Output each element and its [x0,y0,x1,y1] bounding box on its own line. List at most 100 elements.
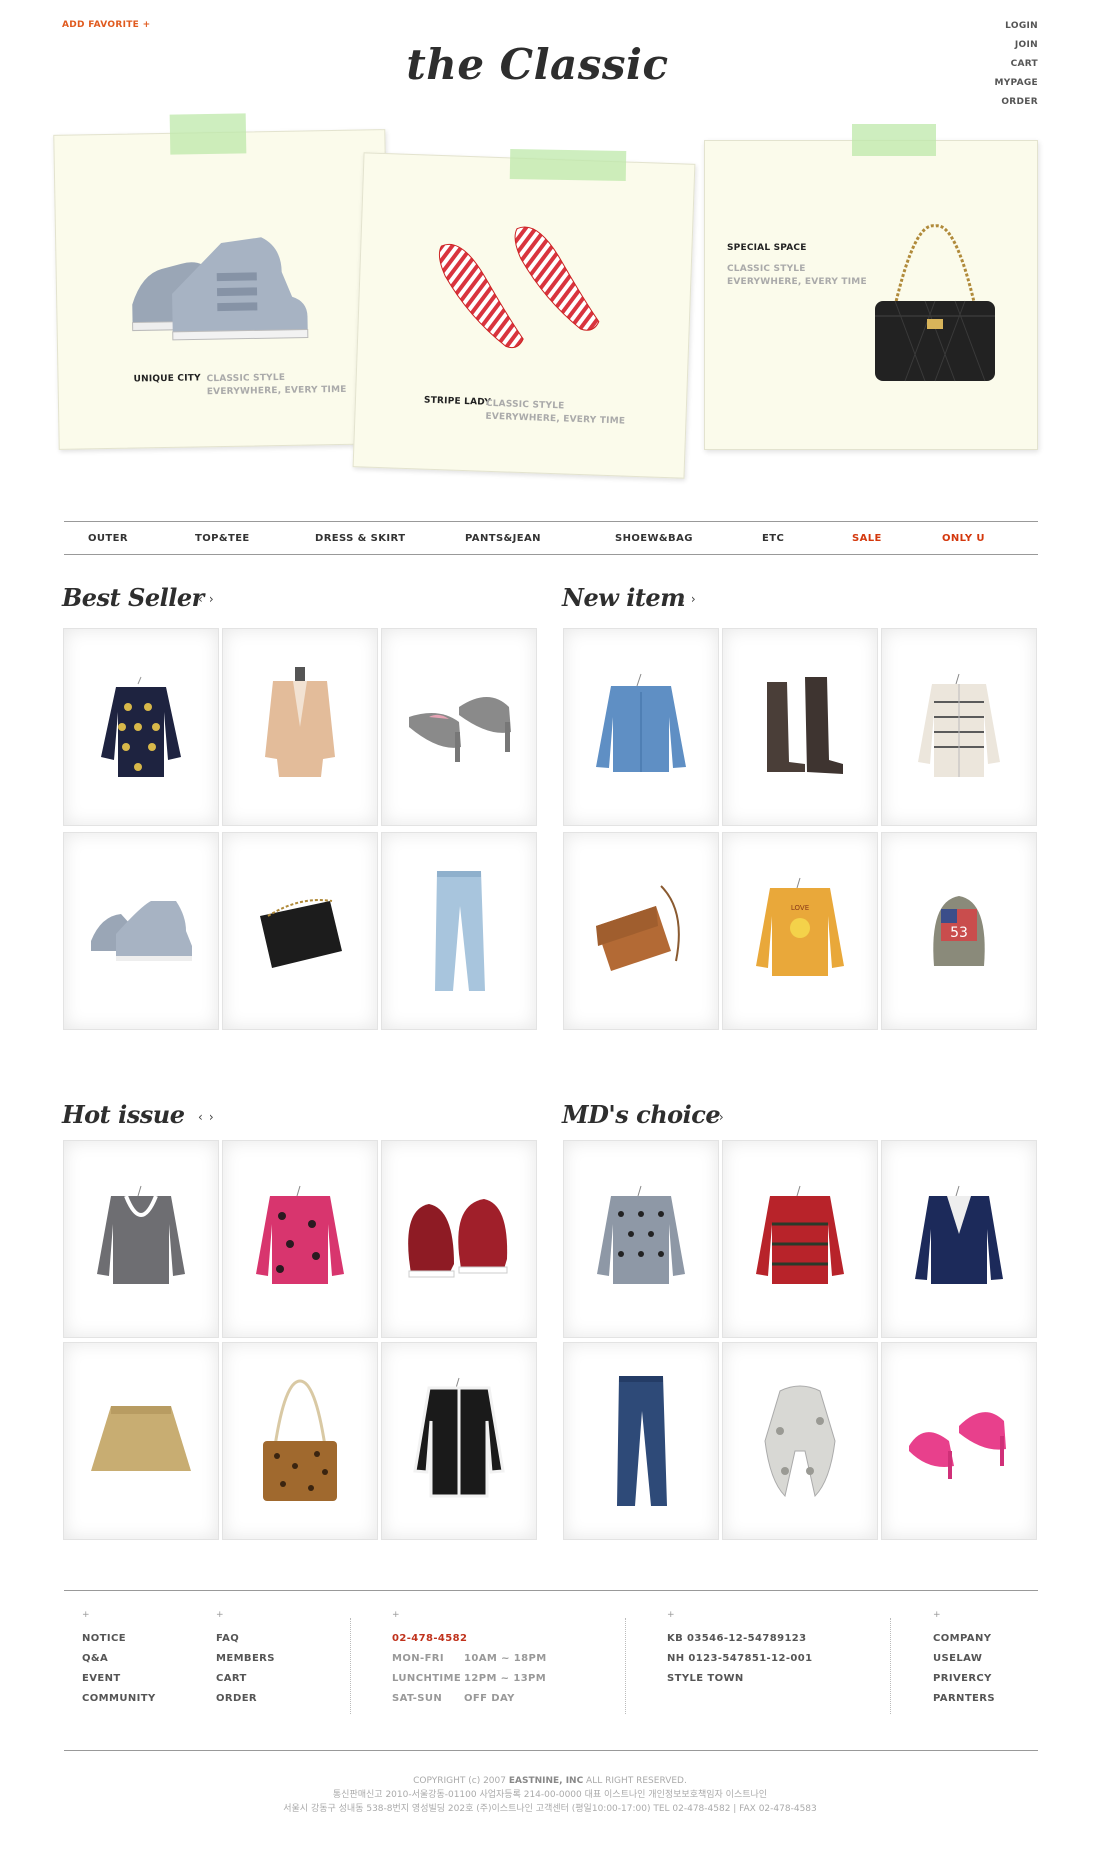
plus-icon: + [667,1610,675,1620]
product-tile[interactable] [381,1342,537,1540]
join-link[interactable]: JOIN [994,39,1038,58]
plus-icon: + [216,1610,224,1620]
svg-text:LOVE: LOVE [791,904,809,912]
product-tile[interactable] [63,1140,219,1338]
product-tile[interactable] [881,1140,1037,1338]
svg-text:53: 53 [950,925,968,941]
prev-arrow[interactable]: ‹ [680,592,685,606]
footer-col-company: + COMPANY USELAW PRIVERCY PARNTERS [933,1610,995,1712]
next-arrow[interactable]: › [691,592,696,606]
category-dress-skirt[interactable]: DRESS & SKIRT [315,533,405,544]
next-arrow[interactable]: › [719,1110,724,1124]
qa-link[interactable]: Q&A [82,1652,156,1672]
category-pants-jean[interactable]: PANTS&JEAN [465,533,541,544]
address-info: 서울시 강동구 성내동 538-8번지 영성빌딩 202호 (주)이스트나인 고… [283,1804,817,1814]
dark-jeans-icon [617,1376,667,1506]
dot-sweater-icon [597,1185,685,1284]
hero-card-stripe-lady[interactable]: STRIPE LADY CLASSIC STYLE EVERYWHERE, EVE… [352,152,696,479]
product-tile[interactable] [563,628,719,826]
product-tile[interactable] [563,1140,719,1338]
next-arrow[interactable]: › [209,1110,214,1124]
product-tile[interactable] [381,832,537,1030]
order-footer-link[interactable]: ORDER [216,1692,275,1712]
brown-boots-icon [767,677,843,774]
bow-sweater-icon [101,676,181,777]
product-tile[interactable] [563,832,719,1030]
login-link[interactable]: LOGIN [994,20,1038,39]
product-tile[interactable] [63,832,219,1030]
prev-arrow[interactable]: ‹ [198,1110,203,1124]
footer-divider [890,1618,891,1714]
product-tile[interactable] [722,1140,878,1338]
site-logo[interactable]: the Classic [0,40,1075,89]
product-tile[interactable] [722,1342,878,1540]
privacy-link[interactable]: PRIVERCY [933,1672,995,1692]
company-link[interactable]: COMPANY [933,1632,995,1652]
footer-top-divider [64,1590,1038,1591]
hot-issue-arrows: ‹ › [198,1110,220,1124]
event-link[interactable]: EVENT [82,1672,156,1692]
beige-jacket-icon [265,667,335,777]
hero-subtitle: CLASSIC STYLE EVERYWHERE, EVERY TIME [206,372,347,398]
product-tile[interactable] [381,1140,537,1338]
product-tile[interactable]: LOVE [722,832,878,1030]
product-tile[interactable] [722,628,878,826]
hero-title: SPECIAL SPACE [727,243,807,253]
category-only-u[interactable]: ONLY U [942,533,985,544]
product-tile[interactable] [63,628,219,826]
tape-decoration [509,148,627,182]
yellow-sweatshirt-icon: LOVE [756,877,844,976]
black-white-jacket-icon [413,1377,505,1498]
next-arrow[interactable]: › [209,592,214,606]
black-clutch-icon [260,899,342,968]
khaki-skirt-icon [91,1406,191,1471]
prev-arrow[interactable]: ‹ [198,592,203,606]
category-top-tee[interactable]: TOP&TEE [195,533,250,544]
fur-scarf-icon [764,1385,836,1497]
prev-arrow[interactable]: ‹ [708,1110,713,1124]
phone-number: 02-478-4582 [392,1633,468,1644]
hero-card-special-space[interactable]: SPECIAL SPACE CLASSIC STYLE EVERYWHERE, E… [704,140,1038,450]
product-tile[interactable] [222,832,378,1030]
notice-link[interactable]: NOTICE [82,1632,156,1652]
category-sale[interactable]: SALE [852,533,882,544]
partners-link[interactable]: PARNTERS [933,1692,995,1712]
striped-cardigan-icon [918,673,1000,777]
faq-link[interactable]: FAQ [216,1632,275,1652]
cart-footer-link[interactable]: CART [216,1672,275,1692]
product-tile[interactable] [881,1342,1037,1540]
product-tile[interactable] [563,1342,719,1540]
hero-card-unique-city[interactable]: UNIQUE CITY CLASSIC STYLE EVERYWHERE, EVE… [53,129,391,450]
add-favorite-link[interactable]: ADD FAVORITE + [62,20,150,30]
grey-heels-icon [409,697,511,762]
product-tile[interactable] [222,628,378,826]
grey-sneaker-icon [91,901,192,961]
footer-col-community: + NOTICE Q&A EVENT COMMUNITY [82,1610,156,1712]
category-etc[interactable]: ETC [762,533,784,544]
product-tile[interactable] [881,628,1037,826]
category-nav: OUTER TOP&TEE DRESS & SKIRT PANTS&JEAN S… [64,521,1038,555]
hero-title: STRIPE LADY [423,395,492,408]
new-item-arrows: ‹ › [680,592,702,606]
product-tile[interactable] [381,628,537,826]
light-jeans-icon [435,871,485,991]
product-tile[interactable] [63,1342,219,1540]
mypage-link[interactable]: MYPAGE [994,77,1038,96]
cart-link[interactable]: CART [994,58,1038,77]
order-link[interactable]: ORDER [994,96,1038,115]
category-shoes-bag[interactable]: SHOEW&BAG [615,533,693,544]
members-link[interactable]: MEMBERS [216,1652,275,1672]
red-knit-icon [756,1185,844,1284]
product-tile[interactable]: 53 [881,832,1037,1030]
uselaw-link[interactable]: USELAW [933,1652,995,1672]
flats-icon [438,226,600,349]
product-tile[interactable] [222,1342,378,1540]
community-link[interactable]: COMMUNITY [82,1692,156,1712]
hero-subtitle: CLASSIC STYLE EVERYWHERE, EVERY TIME [727,264,867,287]
plus-icon: + [392,1610,400,1620]
product-tile[interactable] [222,1140,378,1338]
hero-subtitle: CLASSIC STYLE EVERYWHERE, EVERY TIME [485,398,626,427]
category-outer[interactable]: OUTER [88,533,128,544]
page: { "header": { "add_favorite": "ADD FAVOR… [0,0,1100,1860]
tape-decoration [852,124,936,156]
